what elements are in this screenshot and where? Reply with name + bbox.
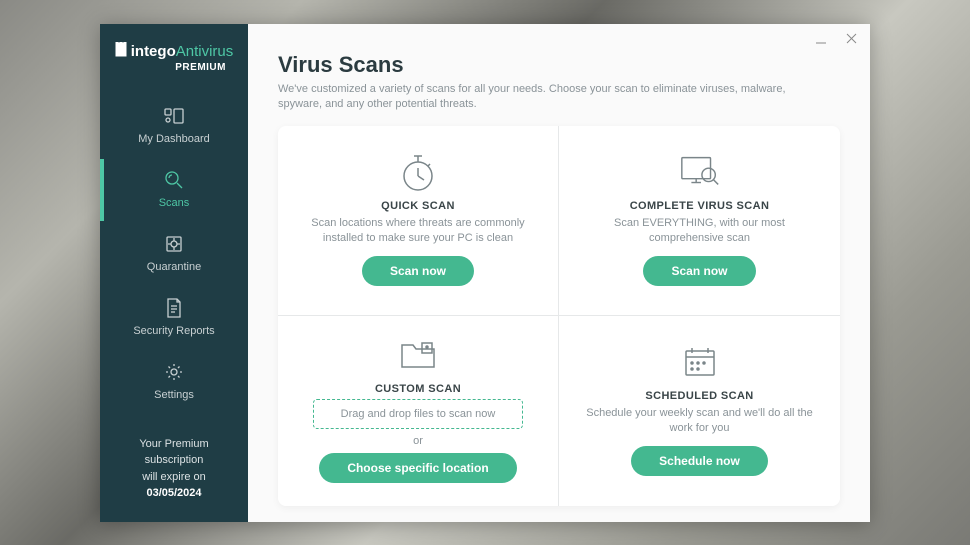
monitor-scan-icon [678,152,722,192]
logo-text: integoAntivirus [131,44,234,61]
dashboard-icon [163,105,185,127]
scan-tiles-card: QUICK SCAN Scan locations where threats … [278,126,840,506]
or-text: or [413,435,423,447]
logo: integoAntivirus PREMIUM [100,36,248,88]
tile-complete-scan: COMPLETE VIRUS SCAN Scan EVERYTHING, wit… [559,126,840,316]
stopwatch-icon [396,152,440,192]
sidebar-item-label: Security Reports [133,325,214,337]
tile-title: CUSTOM SCAN [375,383,461,395]
complete-scan-button[interactable]: Scan now [643,256,755,286]
page-subtitle: We've customized a variety of scans for … [278,82,798,113]
sidebar-item-label: Quarantine [147,261,201,273]
sidebar-item-settings[interactable]: Settings [100,351,248,413]
page-title: Virus Scans [278,52,840,78]
subscription-notice: Your Premium subscription will expire on… [100,422,248,522]
nav: My Dashboard Scans Quarantine Security R… [100,95,248,413]
sidebar-item-scans[interactable]: Scans [100,159,248,221]
sidebar-item-label: Settings [154,389,194,401]
minimize-button[interactable] [814,32,828,46]
subscription-line2: will expire on [110,469,238,486]
scan-icon [163,169,185,191]
tile-custom-scan: CUSTOM SCAN Drag and drop files to scan … [278,316,559,506]
tile-title: QUICK SCAN [381,200,455,212]
settings-icon [163,361,185,383]
close-button[interactable] [844,32,858,46]
calendar-icon [678,342,722,382]
logo-tier: PREMIUM [110,62,238,73]
sidebar-item-quarantine[interactable]: Quarantine [100,223,248,285]
sidebar-item-label: My Dashboard [138,133,210,145]
quick-scan-button[interactable]: Scan now [362,256,474,286]
tile-desc: Schedule your weekly scan and we'll do a… [585,406,814,436]
reports-icon [163,297,185,319]
choose-location-button[interactable]: Choose specific location [319,453,516,483]
tile-quick-scan: QUICK SCAN Scan locations where threats … [278,126,559,316]
main-content: Virus Scans We've customized a variety o… [248,24,870,522]
window-controls [814,32,858,46]
tile-desc: Scan locations where threats are commonl… [304,216,532,246]
subscription-date: 03/05/2024 [110,485,238,502]
schedule-button[interactable]: Schedule now [631,446,768,476]
tile-title: SCHEDULED SCAN [645,390,753,402]
tile-scheduled-scan: SCHEDULED SCAN Schedule your weekly scan… [559,316,840,506]
sidebar-item-label: Scans [159,197,190,209]
app-window: integoAntivirus PREMIUM My Dashboard Sca… [100,24,870,522]
tower-icon [115,42,127,63]
sidebar: integoAntivirus PREMIUM My Dashboard Sca… [100,24,248,522]
sidebar-item-reports[interactable]: Security Reports [100,287,248,349]
quarantine-icon [163,233,185,255]
tile-title: COMPLETE VIRUS SCAN [630,200,770,212]
custom-scan-dropzone[interactable]: Drag and drop files to scan now [313,399,523,429]
sidebar-item-dashboard[interactable]: My Dashboard [100,95,248,157]
tile-desc: Scan EVERYTHING, with our most comprehen… [585,216,814,246]
folder-icon [396,335,440,375]
subscription-line1: Your Premium subscription [110,436,238,469]
